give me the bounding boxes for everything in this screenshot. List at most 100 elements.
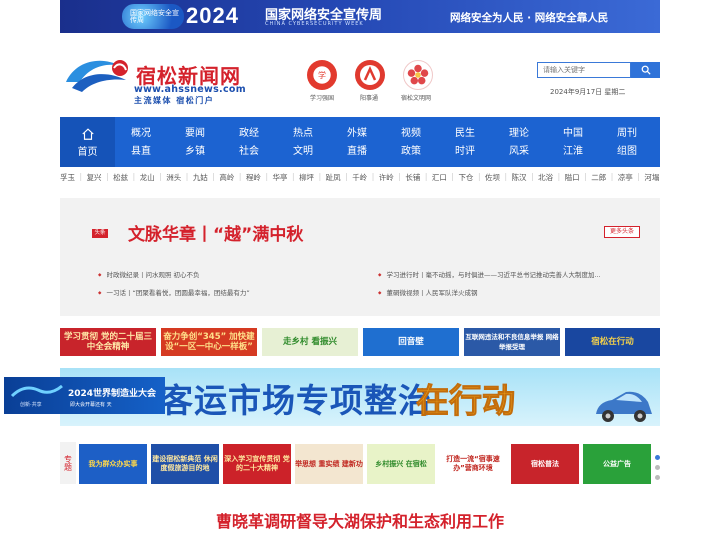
carousel-dot[interactable] [655, 475, 660, 480]
carousel-dot[interactable] [655, 465, 660, 470]
float-ad-title: 2024世界制造业大会 [68, 389, 157, 399]
banner-susong-in-action[interactable]: 宿松在行动 [565, 328, 660, 356]
topic-card[interactable]: 宿松普法 [511, 444, 579, 484]
lead-news-headline[interactable]: 曹晓革调研督导大湖保护和生态利用工作 [0, 508, 720, 532]
nav-home[interactable]: 首页 [60, 117, 115, 167]
nav-item[interactable]: 政经 [231, 125, 267, 143]
nav-item[interactable]: 外媒 [339, 125, 375, 143]
town-link[interactable]: 下仓 [458, 172, 473, 190]
town-link[interactable]: 程岭 [246, 172, 261, 190]
nav-item[interactable]: 直播 [339, 143, 375, 161]
banner-study-plenum[interactable]: 学习贯彻 党的二十届三中全会精神 [60, 328, 156, 356]
nav-item[interactable]: 民生 [447, 125, 483, 143]
town-link[interactable]: 九姑 [193, 172, 208, 190]
nav-item[interactable]: 县直 [123, 143, 159, 161]
topic-card[interactable]: 我为群众办实事 [79, 444, 147, 484]
search-icon [641, 65, 651, 75]
wenming-flower-icon[interactable] [403, 60, 433, 90]
nav-item[interactable]: 理论 [501, 125, 537, 143]
more-headlines-button[interactable]: 更多头条 [604, 226, 640, 238]
topic-card[interactable]: 建设宿松新典范 休闲度假旅游目的地 [151, 444, 219, 484]
floating-ad-manufacturing-conference[interactable]: 2024世界制造业大会 创新·共享 即大会开幕还有 天 [4, 377, 165, 414]
town-link[interactable]: 柳坪 [299, 172, 314, 190]
nav-item[interactable]: 江淮 [555, 143, 591, 161]
town-link[interactable]: 陈汉 [512, 172, 527, 190]
town-link[interactable]: 许岭 [379, 172, 394, 190]
banner-echo-wall[interactable]: 回音壁 [363, 328, 459, 356]
town-separator: | [106, 172, 109, 181]
nav-item[interactable]: 乡镇 [177, 143, 213, 161]
town-link[interactable]: 佐坝 [485, 172, 500, 190]
search-button[interactable] [631, 62, 660, 78]
nav-item[interactable]: 要闻 [177, 125, 213, 143]
banner-slogan: 网络安全为人民 · 网络安全靠人民 [450, 12, 609, 24]
nav-item[interactable]: 周刊 [609, 125, 645, 143]
nav-item[interactable]: 视频 [393, 125, 429, 143]
nav-item[interactable]: 政策 [393, 143, 429, 161]
nav-item[interactable]: 概况 [123, 125, 159, 143]
town-link[interactable]: 凉亭 [618, 172, 633, 190]
banner-rural-revitalization[interactable]: 走乡村 看振兴 [262, 328, 358, 356]
news-link[interactable]: 一习话丨“团聚看着悦，团圆最幸福，团结最有力” [98, 287, 249, 297]
news-link[interactable]: 学习进行时丨毫不动摇，与时俱进——习近平总书记推动完善人大制度加... [378, 269, 600, 279]
nav-column: 周刊 组图 [609, 125, 645, 161]
nav-column: 中国 江淮 [555, 125, 591, 161]
nav-item[interactable]: 文明 [285, 143, 321, 161]
town-link[interactable]: 二郎 [591, 172, 606, 190]
headline-title[interactable]: 文脉华章丨“越”满中秋 [128, 220, 303, 245]
svg-text:学: 学 [318, 70, 326, 80]
town-link[interactable]: 洲头 [166, 172, 181, 190]
banner-report-illegal-info[interactable]: 互联网违法和不良信息举报 网络举报受理 [464, 328, 560, 356]
topic-card[interactable]: 举思想 重实绩 建新功 [295, 444, 363, 484]
conference-logo-icon [10, 384, 63, 398]
town-link[interactable]: 松兹 [113, 172, 128, 190]
topic-card[interactable]: 打造一流“宿事速办”营商环境 [439, 444, 507, 484]
town-link[interactable]: 孚玉 [60, 172, 75, 190]
app-label-xuexi: 学习强国 [310, 95, 335, 102]
town-separator: | [292, 172, 295, 181]
banner-345-initiative[interactable]: 奋力争创“345” 加快建设“一区一中心一样板” [161, 328, 257, 356]
float-ad-countdown: 即大会开幕还有 天 [70, 402, 112, 408]
nav-item[interactable]: 组图 [609, 143, 645, 161]
nav-item[interactable]: 社会 [231, 143, 267, 161]
nav-item[interactable]: 时评 [447, 143, 483, 161]
town-link[interactable]: 北浴 [538, 172, 553, 190]
town-link[interactable]: 高岭 [219, 172, 234, 190]
topic-card[interactable]: 公益广告 [583, 444, 651, 484]
headline-badge: 头条 [92, 229, 108, 238]
news-link[interactable]: 时政微纪录丨问水观照 初心不负 [98, 269, 199, 279]
nav-item[interactable]: 热点 [285, 125, 321, 143]
search-input[interactable] [537, 62, 631, 78]
nav-home-label: 首页 [77, 146, 98, 158]
town-link[interactable]: 千岭 [352, 172, 367, 190]
car-illustration-icon [596, 391, 652, 422]
town-link[interactable]: 复兴 [87, 172, 102, 190]
town-link[interactable]: 华亭 [273, 172, 288, 190]
town-link[interactable]: 龙山 [140, 172, 155, 190]
topic-card[interactable]: 乡村振兴 在宿松 [367, 444, 435, 484]
town-separator: | [79, 172, 83, 181]
site-logo-icon[interactable] [62, 52, 132, 100]
town-separator: | [584, 172, 587, 181]
topic-card[interactable]: 深入学习宣传贯彻 党的二十大精神 [223, 444, 291, 484]
town-separator: | [504, 172, 508, 181]
town-separator: | [398, 172, 401, 181]
top-banner-ad[interactable]: 国家网络安全宣传周 2024 国家网络安全宣传周 CHINA CYBERSECU… [60, 0, 660, 33]
news-link[interactable]: 董硐微视频丨人民军队洋火成钢 [378, 287, 477, 297]
site-url: www.ahssnews.com [134, 84, 246, 95]
carousel-dot[interactable] [655, 455, 660, 460]
nav-item[interactable]: 中国 [555, 125, 591, 143]
xuexi-qiangguo-icon[interactable]: 学 [307, 60, 337, 90]
yangshitong-icon[interactable] [355, 60, 385, 90]
town-link[interactable]: 隘口 [565, 172, 580, 190]
town-link[interactable]: 长铺 [405, 172, 420, 190]
nav-column: 民生 时评 [447, 125, 483, 161]
home-icon [81, 127, 94, 140]
banner-subtitle: CHINA CYBERSECURITY WEEK [265, 21, 364, 27]
town-separator: | [265, 172, 268, 181]
nav-item[interactable]: 风采 [501, 143, 537, 161]
town-separator: | [477, 172, 481, 181]
town-link[interactable]: 汇口 [432, 172, 447, 190]
town-link[interactable]: 河塌 [644, 172, 659, 190]
town-link[interactable]: 趾凤 [326, 172, 341, 190]
